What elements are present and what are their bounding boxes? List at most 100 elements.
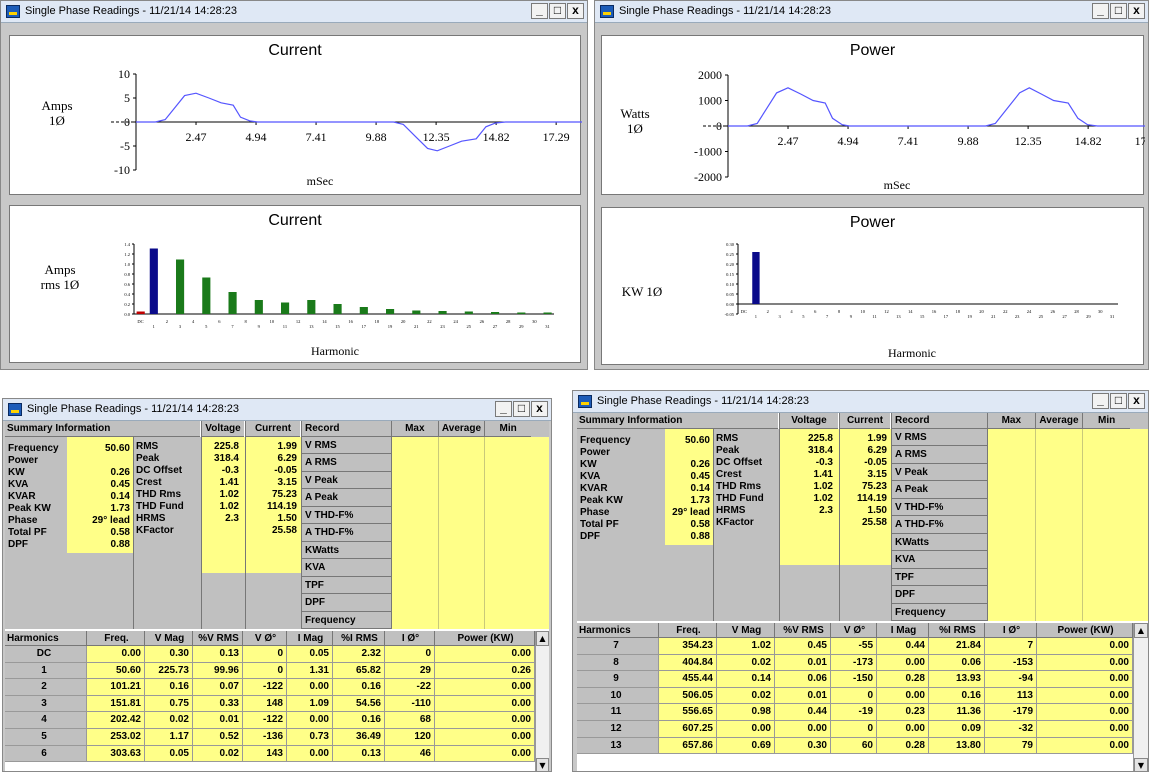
summary-value: 50.60: [684, 435, 710, 446]
harmonic-cell: 0.00: [1037, 671, 1133, 688]
x-tick-label: 3: [179, 324, 182, 329]
x-tick-label: 31: [1110, 314, 1115, 319]
harmonic-cell: 0.13: [193, 646, 243, 663]
harmonic-cell: 54.56: [333, 695, 385, 713]
maximize-button[interactable]: □: [1110, 393, 1127, 409]
title-bar[interactable]: Single Phase Readings - 11/21/14 14:28:2…: [573, 391, 1148, 413]
x-tick-label: 31: [545, 324, 550, 329]
maximize-button[interactable]: □: [513, 401, 530, 417]
voltage-value: [201, 525, 239, 537]
harmonic-column-header: I Ø°: [385, 631, 435, 646]
scroll-up-button[interactable]: ▲: [536, 631, 549, 646]
y-tick-label: 0.0: [124, 312, 130, 317]
harmonic-bar: [136, 311, 145, 314]
x-tick-label: 11: [283, 324, 287, 329]
title-bar[interactable]: Single Phase Readings - 11/21/14 14:28:2…: [1, 1, 587, 23]
summary-mid-label: THD Fund: [136, 501, 184, 512]
close-button[interactable]: x: [1128, 3, 1145, 19]
harmonic-cell: 0.01: [775, 654, 831, 672]
voltage-value: 2.3: [225, 513, 239, 524]
record-header: Record: [891, 413, 987, 429]
harmonic-cell: 0.44: [775, 704, 831, 721]
current-value: 6.29: [867, 445, 887, 456]
current-waveform-chart: 10 5 0 -5 -10 2.47 4.94 7.41 9.88 12.35 14.82 17.29: [111, 67, 582, 177]
harmonic-cell: 0.00: [877, 687, 929, 705]
minimize-button[interactable]: _: [531, 3, 548, 19]
harmonic-cell: 0.00: [435, 745, 535, 763]
harmonic-cell: 0.98: [717, 704, 775, 721]
scroll-up-button[interactable]: ▲: [1134, 623, 1148, 638]
harmonic-cell: 1.17: [145, 729, 193, 746]
current-column-header: Current: [245, 421, 300, 437]
x-tick-label: 21: [414, 324, 419, 329]
harmonic-cell: 0.00: [287, 712, 333, 729]
summary-label: Phase: [580, 507, 610, 518]
harmonic-cell: 0.00: [1037, 654, 1133, 672]
summary-value: [67, 455, 130, 467]
close-button[interactable]: x: [567, 3, 584, 19]
x-tick-label: 14: [908, 309, 913, 314]
close-button[interactable]: x: [531, 401, 548, 417]
harmonic-column-header: Freq.: [659, 623, 717, 638]
record-row-label: A Peak: [301, 489, 391, 507]
harmonics-scrollbar[interactable]: ▲ ▼: [535, 631, 549, 771]
app-icon: [600, 5, 614, 18]
harmonic-cell: 0.00: [287, 745, 333, 763]
x-tick-label: 20: [979, 309, 984, 314]
window-title: Single Phase Readings - 11/21/14 14:28:2…: [597, 395, 810, 407]
harmonic-bar: [281, 302, 290, 314]
harmonic-bar: [176, 259, 185, 314]
harmonic-cell: 68: [385, 712, 435, 729]
scroll-down-button[interactable]: ▼: [1134, 758, 1148, 771]
record-row-label: KVA: [891, 551, 987, 569]
current-value: 114.19: [856, 493, 887, 504]
harmonic-cell: 50.60: [87, 662, 145, 680]
record-row-label: A Peak: [891, 481, 987, 499]
y-tick-label: 0.20: [726, 262, 735, 267]
minimize-button[interactable]: _: [495, 401, 512, 417]
voltage-column-header: Voltage: [201, 421, 244, 437]
record-row-label: DPF: [301, 594, 391, 612]
harmonic-cell: 0.16: [333, 712, 385, 729]
harmonic-bar: [752, 252, 760, 304]
harmonic-cell: 1.09: [287, 695, 333, 713]
harmonic-cell: 0: [831, 721, 877, 738]
harmonics-scrollbar[interactable]: ▲ ▼: [1133, 623, 1148, 771]
harmonic-cell: 303.63: [87, 745, 145, 763]
voltage-value: 1.02: [219, 501, 239, 512]
window-power: Single Phase Readings - 11/21/14 14:28:2…: [594, 0, 1149, 370]
maximize-button[interactable]: □: [549, 3, 566, 19]
maximize-button[interactable]: □: [1110, 3, 1127, 19]
title-bar[interactable]: Single Phase Readings - 11/21/14 14:28:2…: [595, 1, 1148, 23]
harmonic-number: 5: [5, 729, 87, 746]
record-column-divider: [484, 437, 486, 629]
summary-label: KVA: [580, 471, 601, 482]
x-tick-label: 14: [322, 319, 327, 324]
harmonic-number: 10: [577, 687, 659, 705]
voltage-value: 318.4: [807, 445, 833, 456]
y-tick-label: 0.00: [726, 302, 735, 307]
harmonic-cell: 120: [385, 729, 435, 746]
y-tick-label: 0.05: [726, 292, 735, 297]
y-tick-label: 0.10: [726, 282, 735, 287]
harmonic-column-header: %I RMS: [929, 623, 985, 638]
x-tick-label: 16: [932, 309, 937, 314]
harmonic-column-header: Power (KW): [435, 631, 535, 646]
minimize-button[interactable]: _: [1092, 3, 1109, 19]
x-tick-label: 11: [872, 314, 876, 319]
minimize-button[interactable]: _: [1092, 393, 1109, 409]
record-row-label: Frequency: [891, 603, 987, 621]
harmonic-cell: 11.36: [929, 704, 985, 721]
record-row-label: TPF: [891, 568, 987, 587]
y-tick-label: 0.15: [726, 272, 735, 277]
record-stat-header: Min: [1082, 413, 1130, 429]
voltage-value: 1.02: [813, 493, 833, 504]
summary-label: Phase: [8, 515, 38, 526]
close-button[interactable]: x: [1128, 393, 1145, 409]
harmonic-cell: 0.00: [435, 729, 535, 746]
x-tick-label: 8: [838, 309, 841, 314]
current-value: 25.58: [271, 525, 297, 536]
scroll-down-button[interactable]: ▼: [536, 758, 549, 771]
title-bar[interactable]: Single Phase Readings - 11/21/14 14:28:2…: [3, 399, 551, 421]
summary-label: KW: [580, 459, 597, 470]
